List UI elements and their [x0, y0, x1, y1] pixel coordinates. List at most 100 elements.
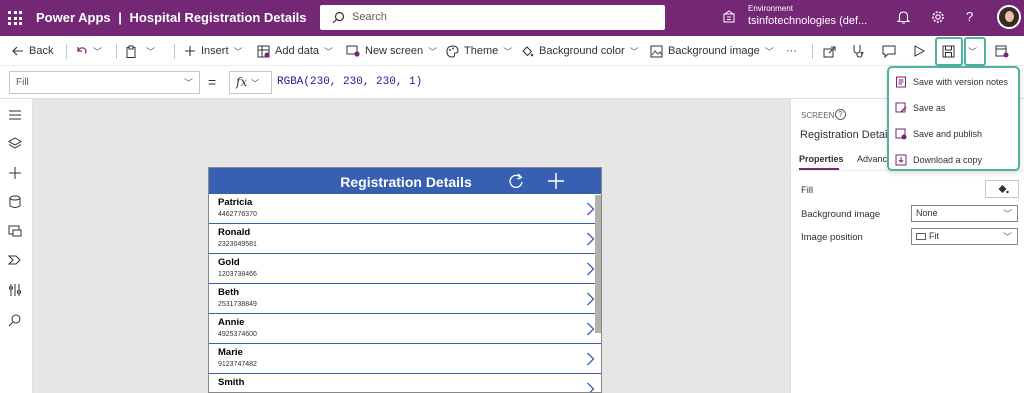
new-screen-icon: [346, 45, 360, 57]
chevron-down-icon: ﹀: [233, 46, 243, 57]
data-icon[interactable]: [8, 195, 22, 209]
environment-label: Environment: [748, 4, 793, 13]
power-automate-icon[interactable]: [8, 253, 22, 267]
list-item[interactable]: Smith: [209, 374, 601, 393]
app-checker-button[interactable]: [851, 36, 865, 66]
chevron-right-icon[interactable]: [586, 352, 595, 366]
app-title: Power Apps | Hospital Registration Detai…: [36, 10, 307, 25]
patient-phone: 4462776370: [218, 211, 257, 218]
menu-item-download-a-copy[interactable]: Download a copy: [895, 150, 982, 170]
media-icon[interactable]: [8, 224, 22, 238]
list-item[interactable]: Annie 4925374600: [209, 314, 601, 344]
patient-phone: 2323049581: [218, 241, 257, 248]
chevron-right-icon[interactable]: [586, 262, 595, 276]
help-icon[interactable]: ?: [966, 9, 973, 24]
patient-phone: 4925374600: [218, 331, 257, 338]
chevron-right-icon[interactable]: [586, 202, 595, 216]
patient-phone: 9123747482: [218, 361, 257, 368]
add-data-button[interactable]: Add data ﹀: [257, 36, 333, 66]
background-image-button[interactable]: Background image ﹀: [650, 36, 774, 66]
chevron-down-icon: ﹀: [428, 46, 438, 57]
environment-name[interactable]: tsinfotechnologies (def...: [748, 15, 867, 27]
palette-icon: [446, 44, 459, 58]
comment-button[interactable]: [882, 36, 896, 66]
gear-icon[interactable]: [931, 10, 945, 24]
property-value: Fill: [16, 77, 29, 88]
advanced-tools-icon[interactable]: [8, 283, 22, 297]
insert-icon[interactable]: [8, 166, 22, 180]
theme-button[interactable]: Theme ﹀: [446, 36, 512, 66]
fill-label: Fill: [801, 185, 814, 196]
back-button[interactable]: Back: [12, 36, 53, 66]
gallery-scrollbar[interactable]: [595, 195, 601, 333]
paint-bucket-icon: [522, 45, 534, 56]
search-box[interactable]: Search: [320, 5, 665, 30]
equals-sign: =: [208, 74, 217, 90]
bell-icon[interactable]: [897, 10, 910, 24]
more-button[interactable]: ···: [786, 36, 797, 66]
back-label: Back: [29, 45, 54, 57]
tab-properties[interactable]: Properties: [799, 154, 844, 164]
search-icon[interactable]: [8, 313, 22, 327]
waffle-icon[interactable]: [8, 11, 22, 25]
app-checker-icon: [853, 45, 864, 58]
chevron-right-icon[interactable]: [586, 232, 595, 246]
layers-icon[interactable]: [8, 137, 22, 151]
menu-item-save-as[interactable]: Save as: [895, 98, 946, 118]
image-icon: [650, 45, 663, 57]
patient-name: Marie: [218, 347, 243, 358]
publish-button[interactable]: [995, 36, 1009, 66]
insert-button[interactable]: Insert ﹀: [184, 36, 243, 66]
chevron-down-icon: ﹀: [764, 46, 774, 57]
save-options-menu: Save with version notes Save as Save and…: [887, 66, 1020, 171]
background-image-dropdown[interactable]: None ﹀: [911, 205, 1018, 222]
list-item[interactable]: Ronald 2323049581: [209, 224, 601, 254]
patient-name: Ronald: [218, 227, 251, 238]
fx-button[interactable]: fx ﹀: [229, 71, 272, 94]
fill-color-picker[interactable]: [985, 180, 1019, 198]
menu-item-save-with-version-notes[interactable]: Save with version notes: [895, 72, 1008, 92]
list-item[interactable]: Gold 1203738466: [209, 254, 601, 284]
list-item[interactable]: Patricia 4462776370: [209, 194, 601, 224]
patient-phone: 1203738466: [218, 271, 257, 278]
menu-item-save-and-publish[interactable]: Save and publish: [895, 124, 982, 144]
menu-item-label: Download a copy: [913, 155, 983, 165]
undo-button[interactable]: ﹀: [75, 36, 102, 66]
formula-bar: Fill ﹀ = fx ﹀ RGBA(230, 230, 230, 1): [0, 66, 1024, 99]
hamburger-icon[interactable]: [8, 109, 22, 121]
background-color-label: Background color: [539, 45, 625, 57]
image-icon: [916, 233, 926, 240]
avatar[interactable]: [997, 5, 1021, 29]
background-image-value: None: [916, 208, 938, 218]
chevron-down-icon[interactable]: ﹀: [146, 45, 155, 58]
help-icon[interactable]: ?: [835, 109, 846, 120]
chevron-right-icon[interactable]: [586, 322, 595, 336]
paste-button[interactable]: ﹀: [125, 36, 155, 66]
patient-name: Beth: [218, 287, 240, 298]
save-options-highlight: [964, 37, 986, 66]
formula-input[interactable]: RGBA(230, 230, 230, 1): [277, 76, 422, 88]
chevron-down-icon: ﹀: [251, 79, 260, 88]
play-icon: [914, 45, 925, 57]
chevron-down-icon[interactable]: ﹀: [93, 45, 102, 58]
app-screen[interactable]: Registration Details Patricia 4462776370…: [208, 167, 602, 393]
add-icon[interactable]: [547, 172, 565, 190]
share-button[interactable]: [823, 36, 836, 66]
preview-button[interactable]: [913, 36, 925, 66]
list-item[interactable]: Beth 2531738849: [209, 284, 601, 314]
chevron-down-icon: ﹀: [503, 46, 513, 57]
environment-icon: [723, 10, 735, 23]
app-name[interactable]: Power Apps: [36, 10, 111, 25]
title-separator: |: [118, 10, 122, 25]
image-position-dropdown[interactable]: Fit ﹀: [911, 228, 1018, 245]
refresh-icon[interactable]: [507, 172, 525, 190]
background-color-button[interactable]: Background color ﹀: [521, 36, 639, 66]
chevron-right-icon[interactable]: [586, 292, 595, 306]
save-as-icon: [895, 102, 907, 113]
list-item[interactable]: Marie 9123747482: [209, 344, 601, 374]
property-dropdown[interactable]: Fill ﹀: [9, 71, 200, 94]
search-icon: [332, 11, 345, 24]
chevron-right-icon[interactable]: [586, 382, 595, 393]
comment-icon: [882, 45, 896, 58]
new-screen-button[interactable]: New screen ﹀: [346, 36, 437, 66]
